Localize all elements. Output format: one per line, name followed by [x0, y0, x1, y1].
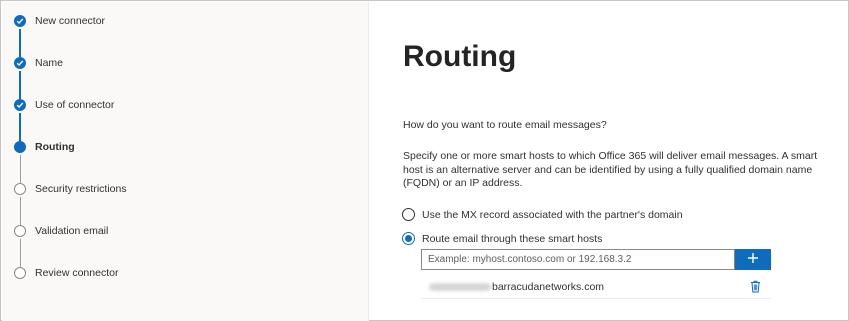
- step-label: Validation email: [35, 225, 109, 237]
- page-title: Routing: [403, 40, 517, 73]
- radio-label: Route email through these smart hosts: [422, 232, 603, 245]
- step-label: Review connector: [35, 267, 119, 279]
- radio-selected-dot: [405, 235, 412, 242]
- smart-host-value: barracudanetworks.com: [492, 280, 605, 293]
- step-validation-email[interactable]: Validation email: [14, 221, 108, 241]
- step-use-of-connector[interactable]: Use of connector: [14, 95, 114, 115]
- trash-icon[interactable]: [750, 280, 761, 298]
- smart-host-input[interactable]: [421, 249, 735, 270]
- step-label: Routing: [35, 141, 75, 153]
- wizard-steps-panel: New connector Name Use of connector Rout…: [2, 2, 369, 321]
- smart-host-list-item: barracudanetworks.com: [421, 275, 771, 299]
- step-review-connector[interactable]: Review connector: [14, 263, 118, 283]
- add-smart-host-button[interactable]: [735, 249, 771, 270]
- pending-step-icon: [14, 183, 26, 195]
- step-routing[interactable]: Routing: [14, 137, 75, 157]
- window-frame: New connector Name Use of connector Rout…: [0, 0, 849, 321]
- step-security-restrictions[interactable]: Security restrictions: [14, 179, 127, 199]
- step-label: Use of connector: [35, 99, 115, 111]
- step-label: Name: [35, 57, 64, 69]
- checkmark-icon: [14, 57, 26, 69]
- checkmark-icon: [14, 15, 26, 27]
- step-new-connector[interactable]: New connector: [14, 11, 105, 31]
- routing-description: Specify one or more smart hosts to which…: [403, 150, 818, 189]
- plus-icon: [747, 252, 759, 267]
- radio-button[interactable]: [402, 208, 415, 221]
- step-label: New connector: [35, 15, 106, 27]
- pending-step-icon: [14, 225, 26, 237]
- radio-option-smart-hosts[interactable]: Route email through these smart hosts: [402, 232, 602, 245]
- routing-content-panel: Routing How do you want to route email m…: [370, 2, 849, 321]
- pending-step-icon: [14, 267, 26, 279]
- redacted-text: [429, 282, 491, 291]
- checkmark-icon: [14, 99, 26, 111]
- step-name[interactable]: Name: [14, 53, 63, 73]
- radio-option-mx-record[interactable]: Use the MX record associated with the pa…: [402, 208, 683, 221]
- step-label: Security restrictions: [35, 183, 127, 195]
- current-step-icon: [14, 141, 26, 153]
- radio-button[interactable]: [402, 232, 415, 245]
- radio-label: Use the MX record associated with the pa…: [422, 208, 683, 221]
- routing-question: How do you want to route email messages?: [403, 119, 607, 131]
